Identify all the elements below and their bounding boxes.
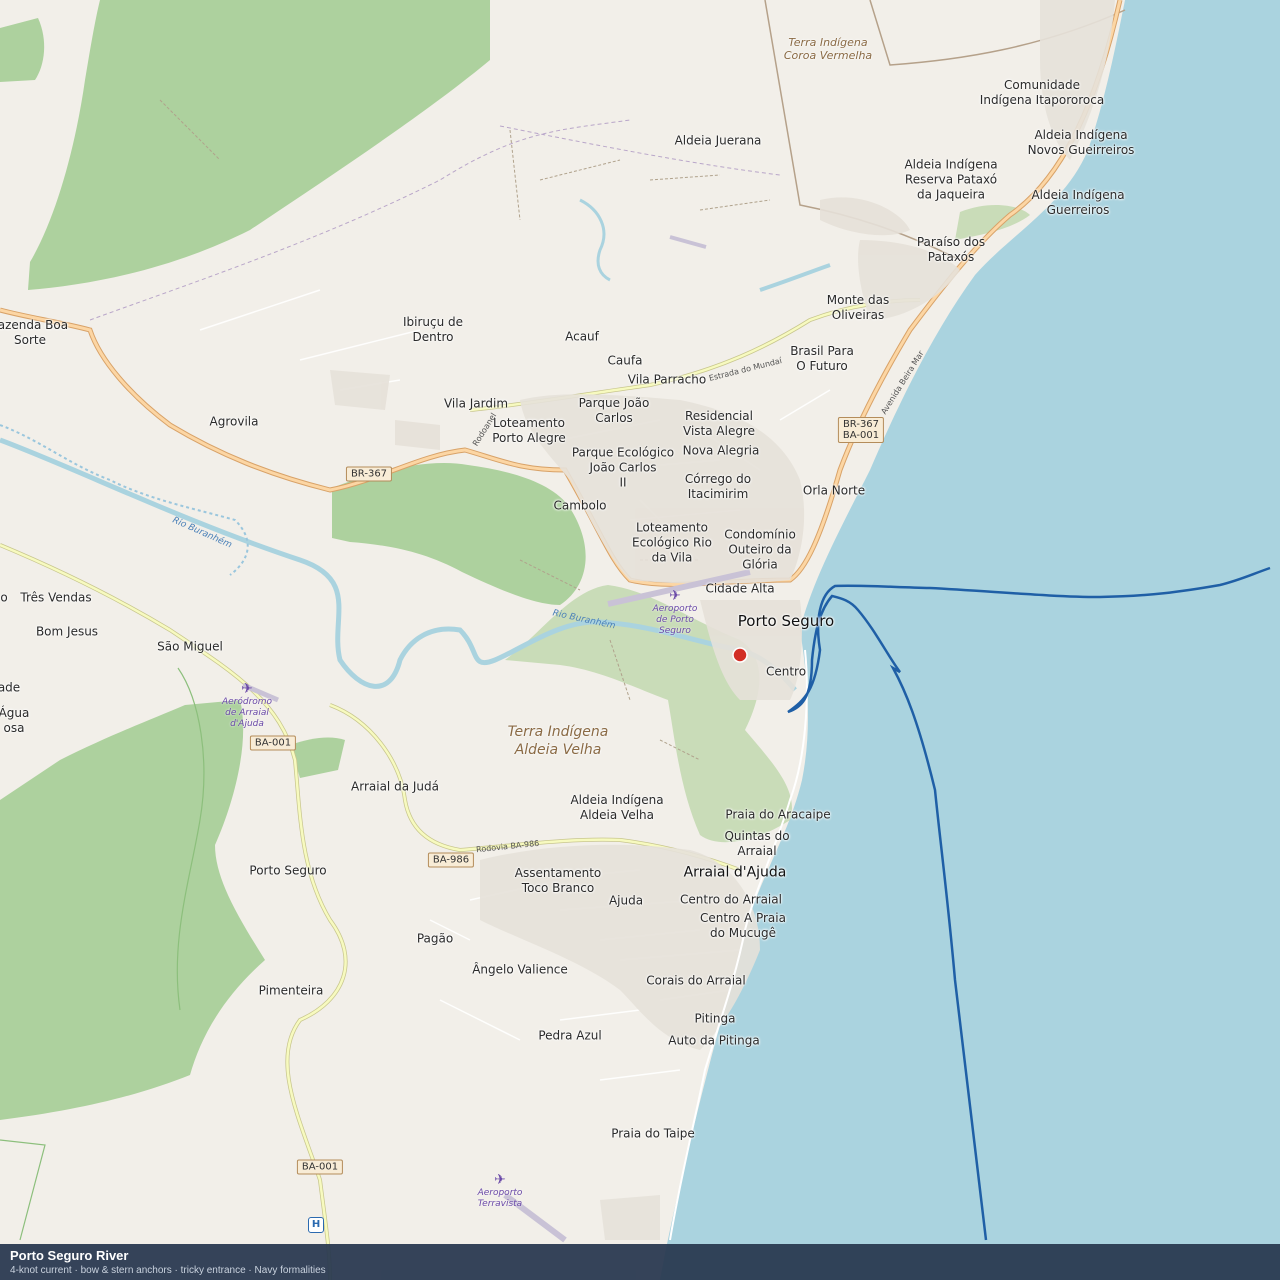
road-shield-ba001-north: BA-001 — [249, 735, 297, 751]
place-label-loteamento-porto-alegre: Loteamento Porto Alegre — [492, 416, 566, 445]
info-title: Porto Seguro River — [10, 1248, 129, 1263]
place-label-aldeia-velha: Aldeia Indígena Aldeia Velha — [570, 793, 664, 822]
road-shield-br367-ba001: BR-367 BA-001 — [837, 417, 885, 443]
place-label-loteamento-ecologico: Loteamento Ecológico Rio da Vila — [632, 520, 712, 565]
place-label-edge-agua: Água osa — [0, 706, 30, 735]
place-label-caufa: Caufa — [607, 353, 643, 368]
place-label-sao-miguel: São Miguel — [157, 639, 223, 654]
airplane-icon: ✈ — [494, 1172, 506, 1188]
place-label-edge-o: o — [0, 590, 8, 605]
place-label-residencial-vista-alegre: Residencial Vista Alegre — [683, 409, 755, 438]
place-label-novos-gueirreiros: Aldeia Indígena Novos Gueirreiros — [1027, 128, 1135, 157]
place-label-corrego-itacimirim: Córrego do Itacimirim — [684, 472, 752, 501]
place-label-acauf: Acauf — [565, 329, 599, 344]
place-label-paraiso: Paraíso dos Pataxós — [916, 235, 986, 264]
river-tributary — [579, 198, 611, 282]
place-label-quintas-arraial: Quintas do Arraial — [724, 829, 790, 858]
hospital-icon: H — [308, 1217, 324, 1233]
location-marker — [732, 647, 748, 663]
place-label-pitinga: Pitinga — [694, 1011, 736, 1026]
map-view[interactable]: Terra Indígena Coroa Vermelha Comunidade… — [0, 0, 1280, 1280]
place-label-pedra-azul: Pedra Azul — [538, 1028, 602, 1043]
place-label-aldeia-velha-terra: Terra Indígena Aldeia Velha — [507, 724, 609, 758]
road-shield-br367: BR-367 — [345, 466, 393, 482]
place-label-jaqueira: Aldeia Indígena Reserva Pataxó da Jaquei… — [904, 157, 998, 202]
place-label-agrovila: Agrovila — [209, 414, 259, 429]
airport-label-arraial: Aeródromo de Arraial d'Ajuda — [221, 697, 273, 729]
place-label-tres-vendas: Três Vendas — [20, 590, 92, 605]
place-label-bom-jesus: Bom Jesus — [35, 624, 99, 639]
place-label-centro-praia: Centro A Praia do Mucugê — [700, 911, 786, 940]
airport-label-terravista: Aeroporto Terravista — [477, 1188, 523, 1209]
place-label-praia-aracaipe: Praia do Aracaipe — [725, 807, 831, 822]
forest-southwest — [0, 700, 265, 1120]
place-label-nova-alegria: Nova Alegria — [682, 443, 760, 458]
place-label-orla-norte: Orla Norte — [802, 483, 866, 498]
road-shield-ba986: BA-986 — [427, 852, 475, 868]
place-label-cambolo: Cambolo — [553, 498, 607, 513]
place-label-parque-joao-carlos: Parque João Carlos — [578, 396, 650, 425]
place-label-edge-ade: ade — [0, 680, 21, 695]
place-label-pagao: Pagão — [416, 931, 454, 946]
airport-label-porto-seguro: Aeroporto de Porto Seguro — [652, 604, 698, 636]
place-label-porto-seguro-city: Porto Seguro — [737, 612, 835, 630]
place-label-praia-taipe: Praia do Taipe — [611, 1126, 695, 1141]
place-label-guerreiros: Aldeia Indígena Guerreiros — [1031, 188, 1125, 217]
airplane-icon: ✈ — [241, 681, 253, 697]
place-label-parque-ecologico: Parque Ecológico João Carlos II — [571, 445, 675, 490]
place-label-ibirucu: Ibiruçu de Dentro — [402, 315, 464, 344]
place-label-auto-pitinga: Auto da Pitinga — [668, 1033, 760, 1048]
place-label-centro: Centro — [765, 664, 807, 679]
place-label-porto-seguro-west: Porto Seguro — [249, 863, 327, 878]
place-label-juerana: Aldeia Juerana — [674, 133, 762, 148]
place-label-itapororoca: Comunidade Indígena Itapororoca — [979, 78, 1105, 107]
place-label-assentamento: Assentamento Toco Branco — [514, 866, 602, 895]
place-label-ajuda: Ajuda — [608, 893, 644, 908]
place-label-brasil-futuro: Brasil Para O Futuro — [790, 344, 854, 373]
place-label-cidade-alta: Cidade Alta — [705, 581, 775, 596]
runway-north — [669, 235, 707, 249]
road-shield-ba001-south: BA-001 — [296, 1159, 344, 1175]
place-label-monte-oliveiras: Monte das Oliveiras — [826, 293, 890, 322]
river-creek — [759, 263, 831, 292]
info-bar: Porto Seguro River 4-knot current · bow … — [0, 1244, 1280, 1280]
place-label-pimenteira: Pimenteira — [258, 983, 324, 998]
place-label-corais: Corais do Arraial — [646, 973, 746, 988]
place-label-condominio-outeiro: Condomínio Outeiro da Glória — [724, 527, 796, 572]
airplane-icon: ✈ — [669, 588, 681, 604]
place-label-vila-parracho: Vila Parracho — [627, 372, 707, 387]
forest-patch-a — [290, 737, 345, 778]
place-label-vila-jardim: Vila Jardim — [443, 396, 509, 411]
forest-corner — [0, 18, 45, 82]
info-details: 4-knot current · bow & stern anchors · t… — [10, 1265, 326, 1276]
place-label-arraial-dajuda: Arraial d'Ajuda — [683, 864, 787, 881]
place-label-arraial-juda: Arraial da Judá — [351, 779, 439, 794]
forest-north — [28, 0, 490, 290]
place-label-coroa-vermelha: Terra Indígena Coroa Vermelha — [783, 36, 873, 62]
forest-central — [332, 462, 586, 605]
place-label-fazenda-boa-sorte: Fazenda Boa Sorte — [0, 318, 69, 347]
place-label-centro-arraial: Centro do Arraial — [680, 892, 782, 907]
place-label-angelo: Ângelo Valience — [472, 962, 568, 977]
